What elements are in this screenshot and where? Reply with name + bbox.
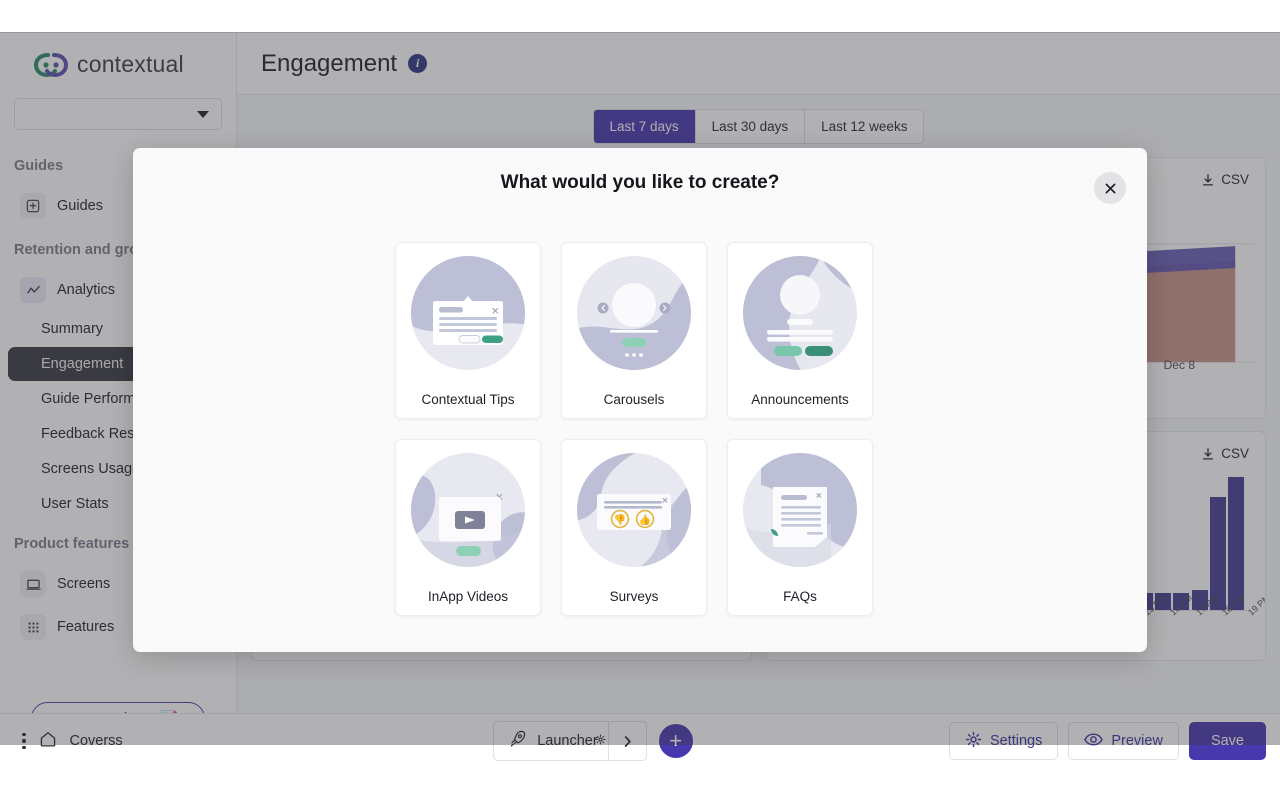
survey-art: 👎 👍 [575,451,693,569]
video-art [409,451,527,569]
faq-art [741,451,859,569]
card-label: Surveys [609,589,659,604]
create-card-faqs[interactable]: FAQs [727,439,873,616]
create-card-surveys[interactable]: 👎 👍 Surveys [561,439,707,616]
create-card-carousels[interactable]: Carousels [561,242,707,419]
browser-top-strip [0,0,1280,32]
carousel-art [575,254,693,372]
create-card-inapp-videos[interactable]: InApp Videos [395,439,541,616]
modal-title: What would you like to create? [500,172,780,193]
svg-text:👍: 👍 [639,513,651,526]
card-label: Announcements [751,392,849,407]
create-card-announcements[interactable]: Announcements [727,242,873,419]
card-label: FAQs [783,589,817,604]
card-label: Contextual Tips [421,392,515,407]
create-modal: What would you like to create? Contextua… [133,148,1147,652]
card-label: InApp Videos [427,589,509,604]
card-label: Carousels [603,392,665,407]
create-card-contextual-tips[interactable]: Contextual Tips [395,242,541,419]
close-icon[interactable] [1094,172,1126,204]
svg-text:👎: 👎 [614,514,626,526]
announcement-art [741,254,859,372]
create-options-grid: Contextual Tips Carousels Announcements … [395,242,873,616]
app-root: contextual Guides Guides Retention and g… [0,0,1280,800]
browser-bottom-strip [0,768,1280,800]
tooltip-card-art [409,254,527,372]
